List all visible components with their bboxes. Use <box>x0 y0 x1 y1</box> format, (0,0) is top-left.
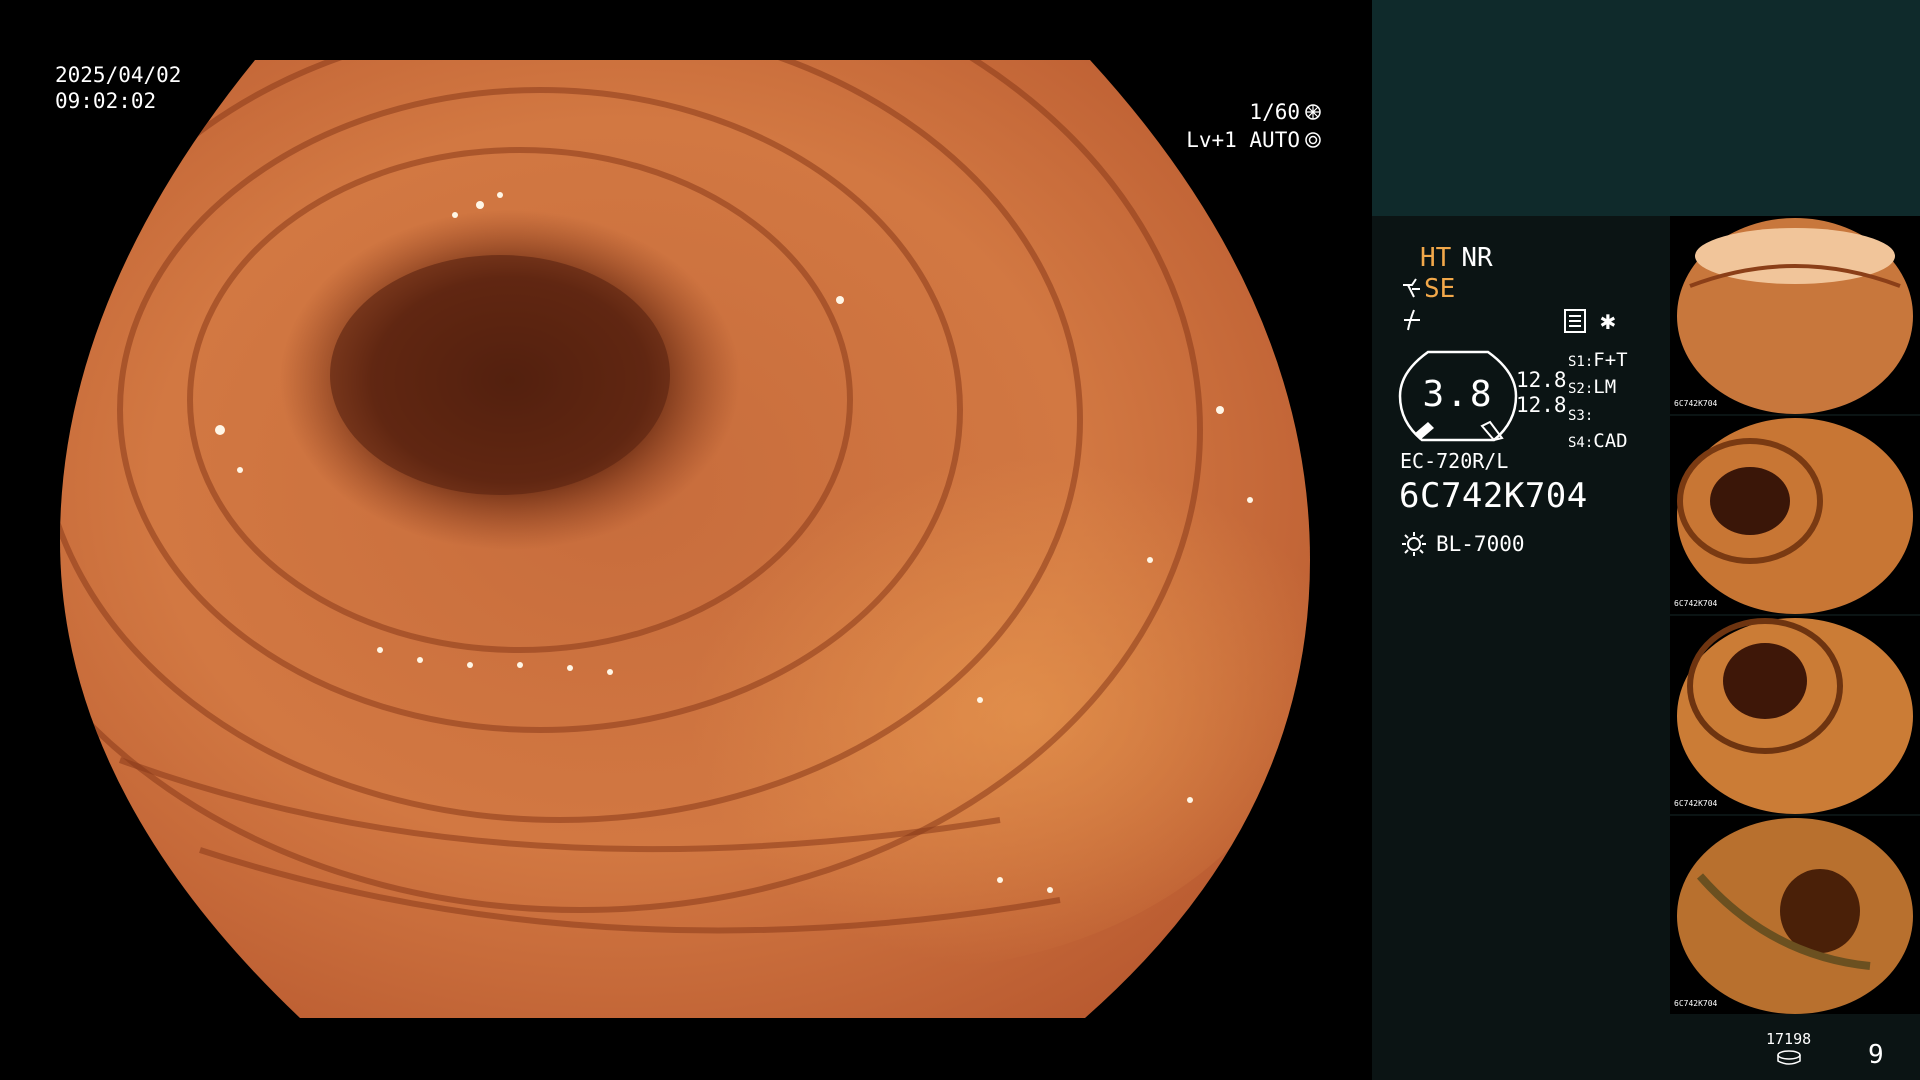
nr-label: NR <box>1461 242 1493 273</box>
exposure-overlay: 1/60 Lv+1 AUTO <box>1186 98 1322 154</box>
scope-model: EC-720R/L <box>1400 449 1509 473</box>
scope-serial: 6C742K704 <box>1399 476 1588 516</box>
date-text: 2025/04/02 <box>55 63 182 87</box>
slot-row: S2:LM <box>1568 376 1617 398</box>
iris-icon <box>1305 132 1321 148</box>
color-enhance-icon <box>1404 309 1420 330</box>
datetime-overlay: 2025/04/02 09:02:02 <box>55 62 181 114</box>
light-source-label: BL-7000 <box>1436 532 1525 556</box>
image-processing-status: HT NR SE <box>1400 242 1493 335</box>
endoscope-image <box>60 60 1310 1018</box>
thumbnail-caption: 6C742K704 <box>1674 799 1718 808</box>
light-source: BL-7000 <box>1400 530 1525 558</box>
shutter-icon <box>1305 104 1321 120</box>
sun-icon <box>1402 532 1426 556</box>
storage-indicator: 17198 <box>1766 1030 1811 1066</box>
settings-icon <box>1564 309 1586 333</box>
slot-row: S1:F+T <box>1568 349 1628 371</box>
level-readout: 12.8 <box>1516 368 1567 392</box>
shutter-text: 1/60 <box>1249 100 1300 124</box>
ht-label: HT <box>1420 242 1452 273</box>
panel-header-area <box>1372 0 1920 216</box>
thumbnail-caption: 6C742K704 <box>1674 999 1718 1008</box>
storage-count: 17198 <box>1766 1030 1812 1048</box>
thumbnail[interactable]: 6C742K704 <box>1670 616 1920 814</box>
thumbnail-caption: 6C742K704 <box>1674 599 1718 608</box>
se-label: SE <box>1424 273 1456 304</box>
switch-assignments: S1:F+T S2:LM S3: S4:CAD <box>1568 348 1628 456</box>
thumbnail-caption: 6C742K704 <box>1674 399 1718 408</box>
mode-flags: ✱ <box>1564 306 1616 336</box>
level-readouts: 12.8 12.8 <box>1516 368 1567 418</box>
thumbnail[interactable]: 6C742K704 <box>1670 816 1920 1014</box>
slot-row: S3: <box>1568 408 1594 424</box>
page-number: 9 <box>1868 1040 1884 1070</box>
time-text: 09:02:02 <box>55 89 157 113</box>
thumbnail[interactable]: 6C742K704 <box>1670 216 1920 414</box>
thumbnail[interactable]: 6C742K704 <box>1670 416 1920 614</box>
level-readout: 12.8 <box>1516 393 1567 417</box>
main-endoscope-view: 2025/04/02 09:02:02 1/60 Lv+1 AUTO <box>0 0 1372 1080</box>
disk-icon <box>1776 1050 1801 1065</box>
level-auto-text: Lv+1 AUTO <box>1186 128 1300 152</box>
star-icon: ✱ <box>1600 306 1616 336</box>
zoom-value: 3.8 <box>1422 374 1494 415</box>
slot-row: S4:CAD <box>1568 430 1628 452</box>
capture-thumbnails: 6C742K704 6C742K704 6C742K704 6C742K704 <box>1670 216 1920 1016</box>
